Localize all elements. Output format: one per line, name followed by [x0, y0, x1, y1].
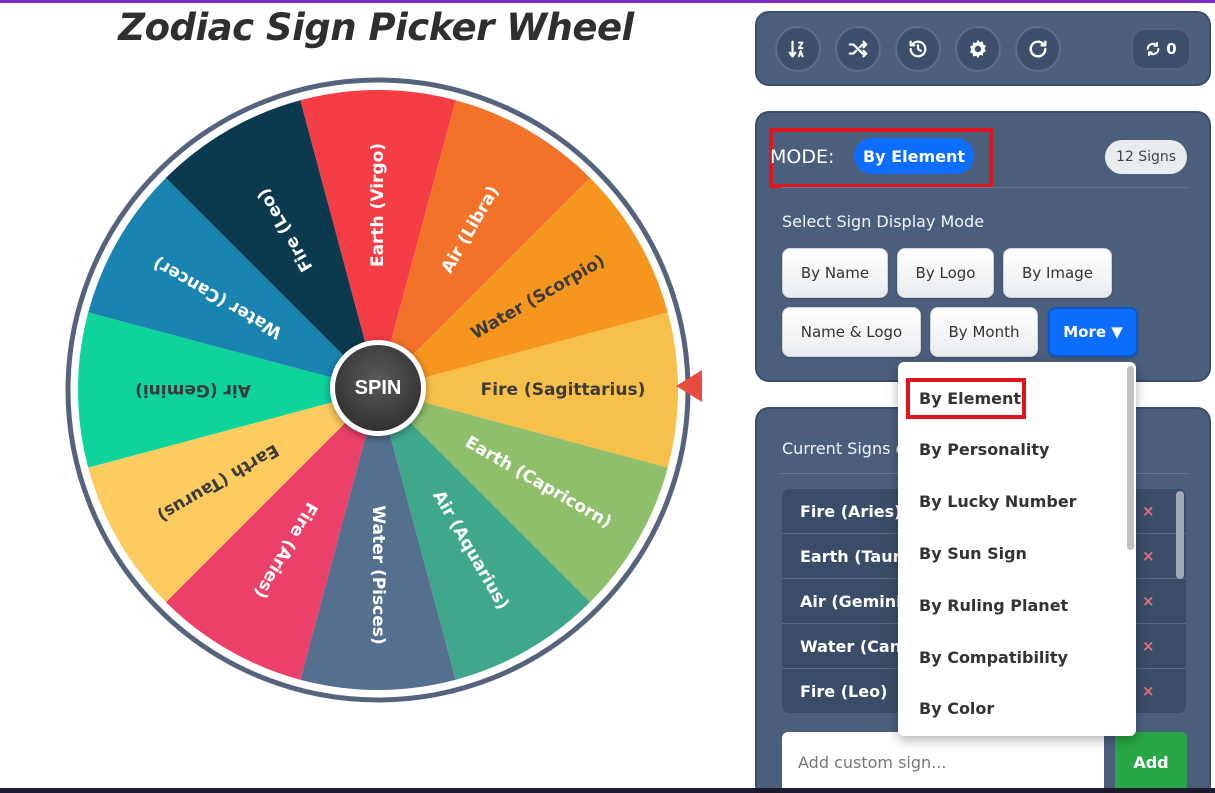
mode-by-image-button[interactable]: By Image	[1003, 248, 1112, 298]
sort-icon	[788, 40, 804, 58]
mode-name-logo-button[interactable]: Name & Logo	[782, 307, 921, 357]
sign-label: Fire (Aries)	[800, 501, 902, 521]
toolbar-panel: 0	[755, 11, 1211, 86]
shuffle-button[interactable]	[835, 26, 881, 72]
wheel-segment-label: Earth (Virgo)	[368, 143, 388, 267]
sync-icon	[1146, 42, 1160, 56]
sign-label: Water (Canc	[800, 636, 911, 656]
selected-item-highlight-box	[906, 378, 1026, 419]
gear-icon	[970, 39, 986, 59]
mode-by-logo-button[interactable]: By Logo	[897, 248, 994, 298]
mode-by-month-button[interactable]: By Month	[930, 307, 1038, 357]
remove-icon[interactable]: ×	[1142, 592, 1155, 610]
add-sign-input[interactable]	[782, 732, 1104, 792]
history-button[interactable]	[895, 26, 941, 72]
sort-button[interactable]	[775, 26, 821, 72]
mode-panel: MODE: By Element 12 Signs Select Sign Di…	[755, 111, 1211, 382]
page-title: Zodiac Sign Picker Wheel	[118, 6, 634, 49]
wheel-segment-label: Water (Pisces)	[368, 505, 388, 644]
remove-icon[interactable]: ×	[1142, 547, 1155, 565]
counter-value: 0	[1166, 40, 1177, 58]
mode-by-name-button[interactable]: By Name	[782, 248, 888, 298]
menu-item-by-personality[interactable]: By Personality	[919, 440, 1049, 459]
wheel-segment-label: Fire (Sagittarius)	[481, 380, 646, 400]
sign-count-badge: 12 Signs	[1105, 140, 1187, 174]
history-icon	[909, 40, 927, 58]
top-accent-line	[0, 0, 1215, 3]
spin-button[interactable]: SPIN	[330, 340, 426, 436]
divider	[781, 187, 1187, 188]
bottom-edge	[0, 788, 1215, 793]
menu-item-by-color[interactable]: By Color	[919, 699, 994, 718]
menu-item-by-compatibility[interactable]: By Compatibility	[919, 648, 1068, 667]
mode-label: MODE:	[770, 146, 835, 168]
remove-icon[interactable]: ×	[1142, 637, 1155, 655]
wheel-pointer	[676, 370, 702, 402]
current-signs-heading: Current Signs o	[782, 439, 906, 458]
remove-icon[interactable]: ×	[1142, 682, 1155, 700]
redo-icon	[1029, 40, 1047, 58]
mode-badge[interactable]: By Element	[854, 138, 974, 174]
settings-button[interactable]	[955, 26, 1001, 72]
sign-label: Earth (Tauru	[800, 546, 912, 566]
menu-item-by-ruling-planet[interactable]: By Ruling Planet	[919, 596, 1068, 615]
list-scrollbar[interactable]	[1176, 491, 1184, 579]
spin-counter: 0	[1131, 28, 1191, 70]
more-modes-button[interactable]: More ▼	[1048, 307, 1138, 357]
sign-label: Air (Gemini)	[800, 591, 909, 611]
shuffle-icon	[848, 40, 868, 58]
dropdown-scrollbar[interactable]	[1127, 366, 1134, 550]
display-mode-heading: Select Sign Display Mode	[782, 212, 985, 231]
menu-item-by-lucky-number[interactable]: By Lucky Number	[919, 492, 1077, 511]
wheel-segment-label: Air (Gemini)	[135, 380, 251, 400]
remove-icon[interactable]: ×	[1142, 502, 1155, 520]
sign-label: Fire (Leo)	[800, 681, 888, 701]
redo-button[interactable]	[1015, 26, 1061, 72]
add-sign-button[interactable]: Add	[1115, 732, 1187, 792]
menu-item-by-sun-sign[interactable]: By Sun Sign	[919, 544, 1027, 563]
